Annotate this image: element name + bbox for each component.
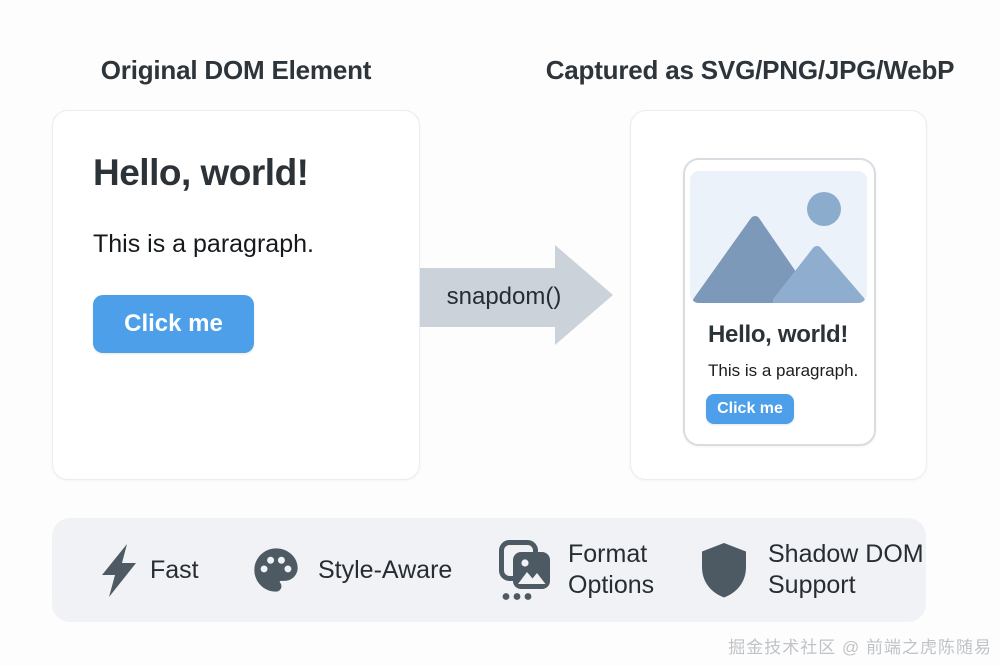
feature-style-aware: Style-Aware (250, 518, 452, 622)
captured-output-card: Hello, world! This is a paragraph. Click… (630, 110, 927, 480)
captured-title: Hello, world! (708, 320, 848, 350)
watermark: 掘金技术社区 @ 前端之虎陈随易 (728, 633, 992, 658)
feature-fast: Fast (100, 518, 199, 622)
image-placeholder-icon (690, 171, 867, 303)
original-dom-card: Hello, world! This is a paragraph. Click… (52, 110, 420, 480)
features-bar: Fast Style-Aware Format Option (52, 518, 926, 622)
original-title: Hello, world! (93, 151, 309, 195)
shield-icon (700, 542, 748, 598)
feature-shadow-dom: Shadow DOM Support (700, 518, 936, 622)
original-paragraph: This is a paragraph. (93, 227, 314, 261)
original-dom-heading: Original DOM Element (52, 54, 420, 86)
captured-heading: Captured as SVG/PNG/JPG/WebP (510, 54, 990, 86)
feature-fast-label: Fast (150, 555, 199, 586)
palette-icon (250, 544, 302, 596)
lightning-icon (100, 544, 138, 597)
snapdom-call-label: snapdom() (424, 283, 584, 311)
feature-shadow-dom-label: Shadow DOM Support (768, 539, 936, 601)
photos-icon (498, 539, 556, 601)
image-placeholder (690, 171, 867, 303)
feature-format-options-label: Format Options (568, 539, 676, 601)
captured-paragraph: This is a paragraph. (708, 360, 858, 382)
captured-preview-card: Hello, world! This is a paragraph. Click… (683, 158, 876, 446)
click-me-button[interactable]: Click me (93, 295, 254, 353)
captured-click-me-button: Click me (706, 394, 794, 424)
feature-format-options: Format Options (498, 518, 676, 622)
feature-style-aware-label: Style-Aware (318, 555, 452, 586)
snapdom-diagram: Original DOM Element Captured as SVG/PNG… (0, 0, 1000, 666)
